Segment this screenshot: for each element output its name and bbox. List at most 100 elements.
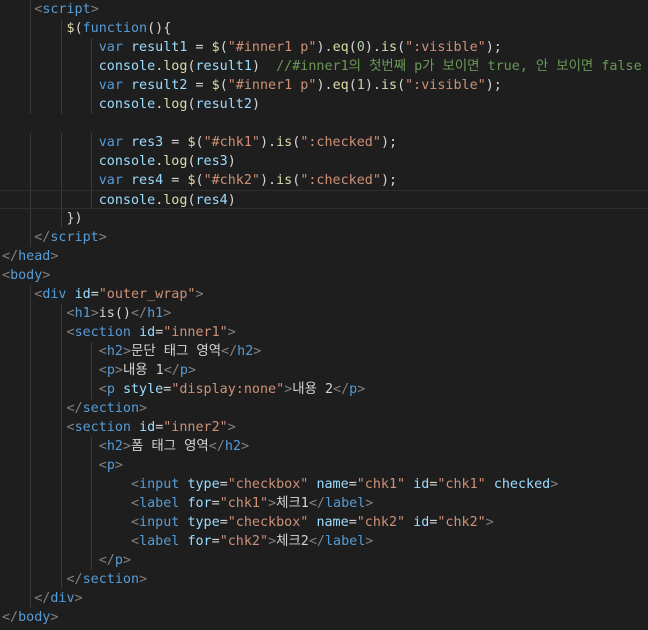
code-line[interactable]: console.log(result1) //#inner1의 첫번째 p가 보… <box>0 57 648 76</box>
code-token-tag: body <box>18 610 51 625</box>
code-token-tag: div <box>42 287 67 302</box>
code-token-text: ); <box>380 173 398 188</box>
indent-guide <box>30 285 31 304</box>
code-token-var: res4 <box>131 173 164 188</box>
code-token-punc: > <box>139 572 148 587</box>
code-token-punc: > <box>195 287 204 302</box>
code-token-text: = <box>163 173 188 188</box>
code-token-punc: > <box>50 249 59 264</box>
code-token-tag: script <box>42 2 91 17</box>
indent-guide <box>61 399 62 418</box>
code-line[interactable]: <p>내용 1</p> <box>0 361 648 380</box>
code-line[interactable]: </section> <box>0 399 648 418</box>
code-token-var: result1 <box>131 40 188 55</box>
code-line[interactable]: <label for="chk1">체크1</label> <box>0 494 648 513</box>
code-line[interactable]: </script> <box>0 228 648 247</box>
code-token-tag: h1 <box>74 306 91 321</box>
code-line[interactable]: <section id="inner1"> <box>0 323 648 342</box>
indent-guide <box>30 532 31 551</box>
code-token-attr: id <box>139 420 156 435</box>
code-line[interactable]: var res4 = $("#chk2").is(":checked"); <box>0 171 648 190</box>
indent-guide <box>61 456 62 475</box>
code-token-var: res3 <box>131 135 164 150</box>
code-line[interactable]: <script> <box>0 0 648 19</box>
code-line[interactable]: <h2>폼 태그 영역</h2> <box>0 437 648 456</box>
code-line[interactable]: </section> <box>0 570 648 589</box>
code-token-punc: > <box>163 306 172 321</box>
indent-guide <box>30 551 31 570</box>
code-token-tag: label <box>139 496 180 511</box>
code-line[interactable]: var result2 = $("#inner1 p").eq(1).is(":… <box>0 76 648 95</box>
indent-guide <box>91 152 92 171</box>
code-token-punc: </ <box>66 401 83 416</box>
code-token-tag: p <box>106 458 115 473</box>
code-token-tag: p <box>179 363 188 378</box>
code-token-punc: > <box>365 534 374 549</box>
code-line[interactable]: <p> <box>0 456 648 475</box>
code-token-attr: name <box>316 515 349 530</box>
code-line[interactable]: </body> <box>0 608 648 627</box>
code-line[interactable]: <h2>문단 태그 영역</h2> <box>0 342 648 361</box>
indent-guide <box>61 323 62 342</box>
code-line[interactable]: $(function(){ <box>0 19 648 38</box>
code-line[interactable]: </p> <box>0 551 648 570</box>
code-line[interactable]: <section id="inner2"> <box>0 418 648 437</box>
code-token-str: "#inner1 p" <box>227 78 317 93</box>
code-line[interactable]: var res3 = $("#chk1").is(":checked"); <box>0 133 648 152</box>
code-token-punc: > <box>357 382 366 397</box>
indent-guide <box>30 361 31 380</box>
code-line[interactable]: <input type="checkbox" name="chk2" id="c… <box>0 513 648 532</box>
indent-guide <box>91 380 92 399</box>
code-line[interactable]: <label for="chk2">체크2</label> <box>0 532 648 551</box>
code-line[interactable]: console.log(result2) <box>0 95 648 114</box>
code-line[interactable]: <h1>is()</h1> <box>0 304 648 323</box>
code-line[interactable]: }) <box>0 209 648 228</box>
code-line[interactable]: <p style="display:none">내용 2</p> <box>0 380 648 399</box>
code-token-fn: $ <box>187 135 196 150</box>
indent-guide <box>91 38 92 57</box>
code-editor[interactable]: <script> $(function(){ var result1 = $("… <box>0 0 648 630</box>
code-token-text: = <box>219 477 228 492</box>
indent-guide <box>61 494 62 513</box>
code-token-var: console <box>98 193 156 208</box>
code-token-punc: > <box>114 458 123 473</box>
code-token-punc: </ <box>163 363 180 378</box>
indent-guide <box>30 418 31 437</box>
code-token-str: ":visible" <box>405 78 486 93</box>
code-token-text: = <box>348 477 357 492</box>
code-line[interactable]: <body> <box>0 266 648 285</box>
code-token-punc: > <box>114 363 123 378</box>
code-line[interactable]: console.log(res4) <box>0 190 648 209</box>
code-line[interactable]: </head> <box>0 247 648 266</box>
code-token-str: "chk2" <box>356 515 406 530</box>
code-token-punc: </ <box>221 344 238 359</box>
code-token-punc: < <box>98 363 107 378</box>
code-line[interactable]: console.log(res3) <box>0 152 648 171</box>
code-line[interactable] <box>0 114 648 133</box>
code-line[interactable]: </div> <box>0 589 648 608</box>
code-token-tag: body <box>10 268 43 283</box>
code-token-text: ( <box>348 40 357 55</box>
code-token-text: ). <box>316 40 333 55</box>
code-token-tag: h2 <box>237 344 254 359</box>
indent-guide <box>91 513 92 532</box>
code-line[interactable]: <input type="checkbox" name="chk1" id="c… <box>0 475 648 494</box>
code-token-text: ) <box>227 154 236 169</box>
code-line[interactable]: var result1 = $("#inner1 p").eq(0).is(":… <box>0 38 648 57</box>
code-token-text: ). <box>364 40 381 55</box>
code-line[interactable]: <div id="outer_wrap"> <box>0 285 648 304</box>
indent-guide <box>30 513 31 532</box>
code-token-punc: </ <box>98 553 115 568</box>
code-token-str: ":checked" <box>300 173 381 188</box>
code-token-punc: > <box>253 344 262 359</box>
code-token-punc: > <box>42 268 51 283</box>
